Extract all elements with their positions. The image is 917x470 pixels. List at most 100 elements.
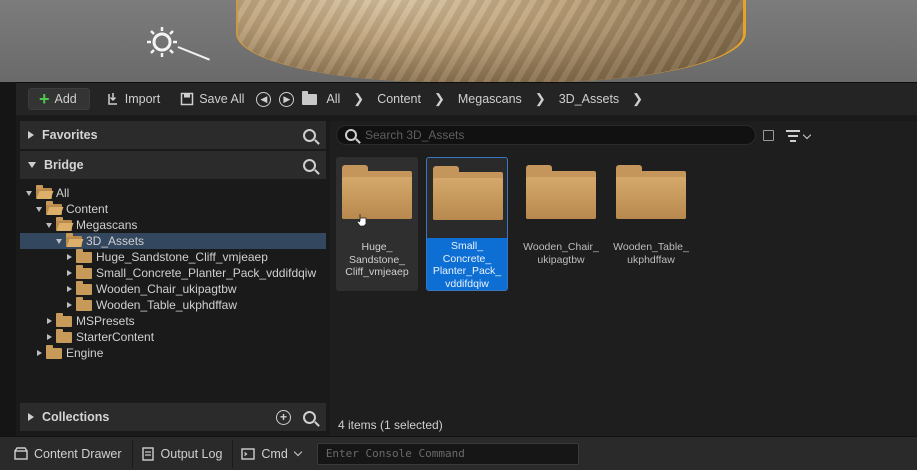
tree-item[interactable]: Engine <box>20 345 326 361</box>
tree-item[interactable]: 3D_Assets <box>20 233 326 249</box>
search-input[interactable] <box>365 128 745 142</box>
cmd-label: Cmd <box>261 446 288 461</box>
sources-panel: Favorites Bridge All Content Megascans 3D_A… <box>20 121 326 435</box>
asset-tile-label: Small_ Concrete_ Planter_Pack_ vddifdqiw <box>427 238 507 290</box>
add-button[interactable]: + Add <box>28 88 90 110</box>
search-icon[interactable] <box>303 128 316 142</box>
collapsed-arrow-icon[interactable] <box>44 318 54 324</box>
filter-button[interactable] <box>786 129 818 143</box>
console-command-input[interactable] <box>325 447 576 460</box>
save-all-button[interactable]: Save All <box>172 88 252 110</box>
expand-arrow-icon[interactable] <box>28 413 34 421</box>
search-icon[interactable] <box>303 410 316 424</box>
chevron-down-icon <box>802 130 812 139</box>
tree-item-label: Huge_Sandstone_Cliff_vmjeaep <box>96 250 268 264</box>
filter-icon <box>786 130 800 142</box>
tree-item[interactable]: Small_Concrete_Planter_Pack_vddifdqiw <box>20 265 326 281</box>
content-browser-toolbar: + Add Import Save All ◀ ▶ All ❯ Content … <box>16 83 917 115</box>
expanded-arrow-icon[interactable] <box>54 238 64 244</box>
expanded-arrow-icon[interactable] <box>34 206 44 212</box>
content-drawer-button[interactable]: Content Drawer <box>6 439 133 468</box>
collapse-arrow-icon[interactable] <box>28 162 36 168</box>
tree-item[interactable]: Megascans <box>20 217 326 233</box>
add-button-label: Add <box>54 92 77 106</box>
asset-tile-label: Wooden_Chair_ ukipagtbw <box>523 241 599 266</box>
chevron-down-icon <box>293 447 303 457</box>
tree-item-label: Engine <box>66 346 104 360</box>
breadcrumb-item[interactable]: 3D_Assets <box>559 92 619 106</box>
output-log-button[interactable]: Output Log <box>133 439 234 468</box>
folder-icon <box>302 90 318 105</box>
folder-icon <box>66 233 82 247</box>
folder-icon <box>56 313 72 327</box>
tree-item[interactable]: Huge_Sandstone_Cliff_vmjeaep <box>20 249 326 265</box>
tree-item[interactable]: Wooden_Table_ukphdffaw <box>20 297 326 313</box>
tree-item-label: 3D_Assets <box>86 234 145 248</box>
collapsed-arrow-icon[interactable] <box>34 350 44 356</box>
folder-icon <box>433 166 503 220</box>
folder-icon <box>76 249 92 263</box>
breadcrumb-item[interactable]: Content <box>377 92 421 106</box>
tree-item[interactable]: StarterContent <box>20 329 326 345</box>
asset-tile[interactable]: Wooden_Chair_ ukipagtbw <box>520 157 602 291</box>
tree-item[interactable]: MSPresets <box>20 313 326 329</box>
collapsed-arrow-icon[interactable] <box>64 286 74 292</box>
expanded-arrow-icon[interactable] <box>24 190 34 196</box>
folder-tree: All Content Megascans 3D_Assets Huge_Sandsto… <box>20 181 326 403</box>
tree-item-label: Wooden_Table_ukphdffaw <box>96 298 237 312</box>
asset-tile[interactable]: Small_ Concrete_ Planter_Pack_ vddifdqiw <box>426 157 508 291</box>
tree-item-label: Small_Concrete_Planter_Pack_vddifdqiw <box>96 266 317 280</box>
tree-item[interactable]: Content <box>20 201 326 217</box>
status-text: 4 items (1 selected) <box>338 418 443 432</box>
folder-icon <box>36 185 52 199</box>
expanded-arrow-icon[interactable] <box>44 222 54 228</box>
chevron-right-icon[interactable]: ❯ <box>632 91 643 107</box>
content-drawer-icon <box>14 446 28 460</box>
search-icon <box>345 129 357 141</box>
cmd-dropdown[interactable]: Cmd <box>233 440 310 468</box>
back-icon[interactable]: ◀ <box>256 91 272 107</box>
add-collection-icon[interactable]: + <box>276 409 291 425</box>
asset-tile-label: Wooden_Table_ ukphdffaw <box>613 241 689 266</box>
search-box[interactable] <box>336 125 756 145</box>
folder-icon <box>56 329 72 343</box>
breadcrumb-item[interactable]: Megascans <box>458 92 522 106</box>
chevron-right-icon[interactable]: ❯ <box>535 91 546 107</box>
tree-item[interactable]: All <box>20 185 326 201</box>
collapsed-arrow-icon[interactable] <box>64 270 74 276</box>
collections-header[interactable]: Collections + <box>20 403 326 431</box>
collapsed-arrow-icon[interactable] <box>64 302 74 308</box>
tree-item-label: StarterContent <box>76 330 155 344</box>
terminal-icon <box>241 447 256 460</box>
forward-icon[interactable]: ▶ <box>279 91 295 107</box>
search-icon[interactable] <box>303 158 316 172</box>
collapsed-arrow-icon[interactable] <box>64 254 74 260</box>
expand-arrow-icon[interactable] <box>28 131 34 139</box>
asset-tile-label: Huge_ Sandstone_ Cliff_vmjeaep <box>345 241 409 278</box>
light-source-icon[interactable] <box>146 26 178 58</box>
breadcrumb-item[interactable]: All <box>326 92 340 106</box>
sandstone-cliff-mesh[interactable] <box>236 0 746 82</box>
tree-item-label: All <box>56 186 70 200</box>
bridge-header[interactable]: Bridge <box>20 151 326 179</box>
tree-item[interactable]: Wooden_Chair_ukipagtbw <box>20 281 326 297</box>
content-drawer: + Add Import Save All ◀ ▶ All ❯ Content … <box>16 82 917 437</box>
folder-icon <box>46 345 62 359</box>
save-search-icon[interactable] <box>763 130 774 141</box>
folder-icon <box>342 165 412 219</box>
save-icon <box>180 92 194 106</box>
content-drawer-label: Content Drawer <box>34 446 122 461</box>
console-box[interactable] <box>316 442 579 465</box>
collapsed-arrow-icon[interactable] <box>44 334 54 340</box>
tree-item-label: Wooden_Chair_ukipagtbw <box>96 282 237 296</box>
import-button[interactable]: Import <box>98 88 168 110</box>
favorites-label: Favorites <box>42 128 98 142</box>
hand-cursor-icon <box>356 214 367 227</box>
chevron-right-icon[interactable]: ❯ <box>434 91 445 107</box>
import-icon <box>108 93 117 105</box>
asset-tile[interactable]: Wooden_Table_ ukphdffaw <box>610 157 692 291</box>
chevron-right-icon[interactable]: ❯ <box>353 91 364 107</box>
favorites-header[interactable]: Favorites <box>20 121 326 149</box>
level-viewport[interactable] <box>0 0 917 82</box>
asset-tile[interactable]: Huge_ Sandstone_ Cliff_vmjeaep <box>336 157 418 291</box>
